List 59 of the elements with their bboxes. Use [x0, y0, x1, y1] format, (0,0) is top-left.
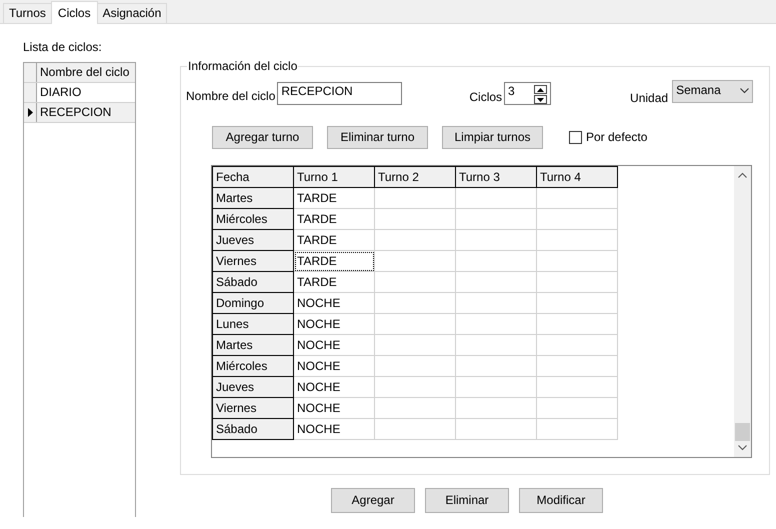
button[interactable]: Limpiar turnos	[442, 126, 543, 149]
button[interactable]: Agregar	[331, 488, 415, 513]
row-header[interactable]: Miércoles	[212, 356, 294, 376]
tab[interactable]: Ciclos	[50, 1, 98, 24]
table-cell[interactable]: NOCHE	[294, 334, 374, 356]
name-field[interactable]: RECEPCION	[277, 82, 402, 105]
row-header[interactable]: Domingo	[212, 292, 294, 314]
field-label: Ciclos	[469, 90, 502, 105]
cycles-spinner[interactable]: 3	[504, 82, 552, 105]
row-header[interactable]: Viernes	[212, 250, 294, 272]
row-header[interactable]: Sábado	[212, 418, 294, 440]
field-label: Nombre del ciclo	[186, 88, 276, 105]
table-cell[interactable]: TARDE	[294, 250, 374, 272]
down-arrow-icon[interactable]	[534, 95, 548, 104]
row-header[interactable]: Jueves	[212, 230, 294, 250]
scrollbar[interactable]	[734, 166, 751, 457]
field-label: Unidad	[630, 90, 668, 105]
table-cell[interactable]: NOCHE	[294, 356, 374, 376]
button[interactable]: Eliminar turno	[327, 126, 428, 149]
table-cell[interactable]: TARDE	[294, 272, 374, 292]
column-header[interactable]: Turno 1	[294, 166, 374, 188]
up-arrow-icon[interactable]	[534, 85, 548, 94]
table-cell[interactable]: NOCHE	[294, 398, 374, 418]
table-cell[interactable]: TARDE	[294, 208, 374, 230]
row-header[interactable]: Viernes	[212, 398, 294, 418]
row-header[interactable]: Jueves	[212, 376, 294, 398]
chevron-down-icon[interactable]	[738, 445, 747, 451]
column-header[interactable]: Turno 2	[374, 166, 456, 188]
column-header[interactable]: Fecha	[212, 166, 294, 188]
button[interactable]: Eliminar	[425, 488, 509, 513]
checkbox-label: Por defecto	[586, 130, 648, 145]
table-cell[interactable]: NOCHE	[294, 418, 374, 440]
table-cell[interactable]: NOCHE	[294, 314, 374, 334]
row-header[interactable]: Martes	[212, 334, 294, 356]
unit-dropdown[interactable]: Semana	[672, 80, 754, 103]
table-cell[interactable]: NOCHE	[294, 292, 374, 314]
chevron-down-icon	[740, 88, 750, 94]
list-item[interactable]: RECEPCION	[37, 103, 135, 122]
button[interactable]: Modificar	[519, 488, 603, 513]
column-header[interactable]: Turno 4	[536, 166, 618, 188]
table-cell[interactable]: NOCHE	[294, 376, 374, 398]
button[interactable]: Agregar turno	[212, 126, 313, 149]
row-header[interactable]	[24, 103, 37, 122]
chevron-up-icon[interactable]	[738, 172, 747, 178]
column-header[interactable]: Turno 3	[456, 166, 536, 188]
table-cell[interactable]: TARDE	[294, 230, 374, 250]
group-title: Información del ciclo	[187, 59, 298, 74]
row-header[interactable]: Martes	[212, 188, 294, 208]
checkbox[interactable]	[569, 130, 582, 144]
scroll-thumb[interactable]	[735, 423, 750, 441]
list-label: Lista de ciclos:	[23, 40, 103, 54]
table-cell[interactable]: TARDE	[294, 188, 374, 208]
tab[interactable]: Turnos	[3, 3, 52, 23]
row-header[interactable]: Lunes	[212, 314, 294, 334]
tab[interactable]: Asignación	[96, 3, 168, 23]
list-item[interactable]: DIARIO	[37, 83, 135, 102]
row-header[interactable]: Sábado	[212, 272, 294, 292]
row-header[interactable]: Miércoles	[212, 208, 294, 230]
column-header[interactable]: Nombre del ciclo	[37, 63, 135, 82]
